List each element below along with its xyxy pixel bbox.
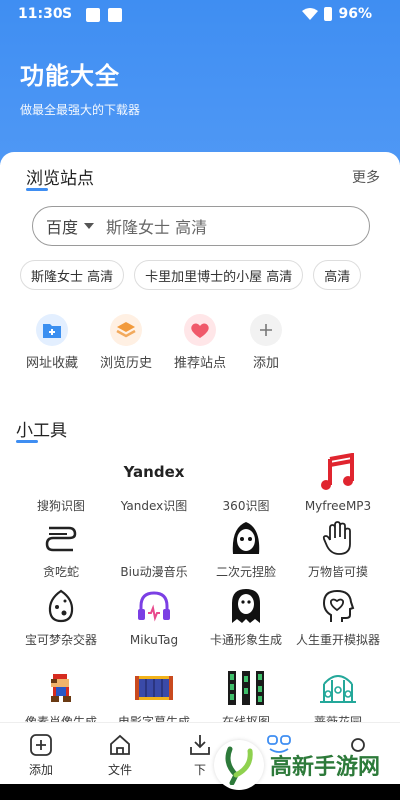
search-chip[interactable]: 高清: [313, 260, 362, 290]
quick-label: 浏览历史: [99, 356, 152, 371]
tool-360[interactable]: 360识图: [203, 450, 289, 514]
film-strip-icon: [111, 666, 197, 710]
tool-cutout[interactable]: 在线抠图: [203, 666, 289, 730]
quick-label: 推荐站点: [173, 356, 226, 371]
nav-label: 文件: [107, 763, 132, 777]
tool-label: 卡通形象生成: [209, 633, 282, 647]
tool-myfreemp3[interactable]: MyfreeMP3: [295, 450, 381, 514]
tool-label: Biu动漫音乐: [120, 565, 188, 579]
plus-icon: [250, 314, 282, 346]
more-link[interactable]: 更多: [352, 167, 380, 187]
quick-bookmarks[interactable]: 网址收藏: [17, 314, 87, 371]
page-subtitle: 做最全最强大的下载器: [20, 103, 141, 117]
quick-recommended[interactable]: 推荐站点: [165, 314, 235, 371]
chevron-down-icon[interactable]: [84, 223, 95, 229]
quick-add[interactable]: 添加: [231, 314, 301, 371]
tool-subtitles[interactable]: 电影字幕生成: [111, 666, 197, 730]
nav-files[interactable]: 文件: [90, 731, 150, 778]
tool-biu[interactable]: Biu动漫音乐: [111, 516, 197, 580]
notification-icon: [86, 8, 100, 22]
tool-label: 搜狗识图: [36, 499, 85, 513]
layers-icon: [110, 314, 142, 346]
anime-face-icon: [203, 516, 289, 560]
tool-pokemon[interactable]: 宝可梦杂交器: [18, 584, 104, 648]
tool-yandex[interactable]: Yandex Yandex识图: [111, 450, 197, 514]
wifi-icon: [302, 8, 319, 20]
folder-plus-icon: [36, 314, 68, 346]
tool-label: Yandex识图: [120, 499, 188, 513]
tool-snake[interactable]: 贪吃蛇: [18, 516, 104, 580]
tool-label: 宝可梦杂交器: [24, 633, 97, 647]
headphones-icon: [111, 584, 197, 628]
tool-label: MyfreeMP3: [304, 499, 372, 513]
quick-history[interactable]: 浏览历史: [91, 314, 161, 371]
tool-pixel[interactable]: 像素肖像生成: [18, 666, 104, 730]
nav-add[interactable]: 添加: [11, 731, 71, 778]
search-chip[interactable]: 斯隆女士 高清: [20, 260, 125, 290]
hearts-icon: [184, 314, 216, 346]
head-heart-icon: [295, 584, 381, 628]
battery-icon: [324, 7, 333, 21]
watermark-logo-icon: [214, 740, 264, 790]
sim-indicator: S: [62, 6, 73, 22]
ghost-icon: [203, 584, 289, 628]
tool-life-restart[interactable]: 人生重开模拟器: [295, 584, 381, 648]
film-frames-icon: [203, 666, 289, 710]
garden-icon: [295, 666, 381, 710]
quick-label: 网址收藏: [25, 356, 78, 371]
title-underline: [26, 188, 48, 191]
nav-label: 添加: [28, 763, 53, 777]
notification-icon: [108, 8, 122, 22]
recent-searches: 斯隆女士 高清 卡里加里博士的小屋 高清 高清: [20, 260, 362, 290]
page-title: 功能大全: [20, 62, 120, 90]
hand-icon: [295, 516, 381, 560]
content-card: 浏览站点 更多 百度 斯隆女士 高清 斯隆女士 高清 卡里加里博士的小屋 高清 …: [0, 152, 400, 800]
search-engine-select[interactable]: 百度: [46, 214, 78, 238]
watermark: 高新手游网: [214, 740, 380, 790]
tool-label: 二次元捏脸: [215, 565, 276, 579]
header: 11:30 S 96% 功能大全 做最全最强大的下载器: [0, 0, 400, 165]
tool-label: 贪吃蛇: [42, 565, 79, 579]
snake-icon: [18, 516, 104, 560]
tool-touch[interactable]: 万物皆可摸: [295, 516, 381, 580]
status-bar: 11:30 S 96%: [0, 0, 400, 30]
tool-cartoon[interactable]: 卡通形象生成: [203, 584, 289, 648]
quick-label: 添加: [252, 356, 279, 371]
360-icon: [203, 450, 289, 494]
tool-sogou[interactable]: 搜狗识图: [18, 450, 104, 514]
pixel-mario-icon: [18, 666, 104, 710]
tool-mikutag[interactable]: MikuTag: [111, 584, 197, 648]
tools-section-title: 小工具: [16, 421, 67, 443]
sogou-icon: [18, 450, 104, 494]
tool-label: 万物皆可摸: [307, 565, 368, 579]
home-icon: [90, 731, 150, 759]
tool-label: 人生重开模拟器: [295, 633, 380, 647]
status-time: 11:30: [18, 6, 63, 22]
watermark-text: 高新手游网: [270, 755, 381, 780]
biu-icon: [111, 516, 197, 560]
yandex-logo: Yandex: [123, 463, 185, 481]
music-note-icon: [295, 450, 381, 494]
search-chip[interactable]: 卡里加里博士的小屋 高清: [134, 260, 304, 290]
browse-section-title: 浏览站点: [26, 169, 94, 191]
battery-level: 96%: [338, 6, 372, 22]
tool-label: 360识图: [222, 499, 270, 513]
add-box-icon: [11, 731, 71, 759]
search-input[interactable]: 斯隆女士 高清: [106, 214, 207, 238]
search-bar[interactable]: 百度 斯隆女士 高清: [32, 206, 370, 246]
tool-label: MikuTag: [129, 633, 179, 647]
tool-anime-face[interactable]: 二次元捏脸: [203, 516, 289, 580]
tool-garden[interactable]: 蔷薇花园: [295, 666, 381, 730]
egg-icon: [18, 584, 104, 628]
title-underline: [16, 440, 38, 443]
